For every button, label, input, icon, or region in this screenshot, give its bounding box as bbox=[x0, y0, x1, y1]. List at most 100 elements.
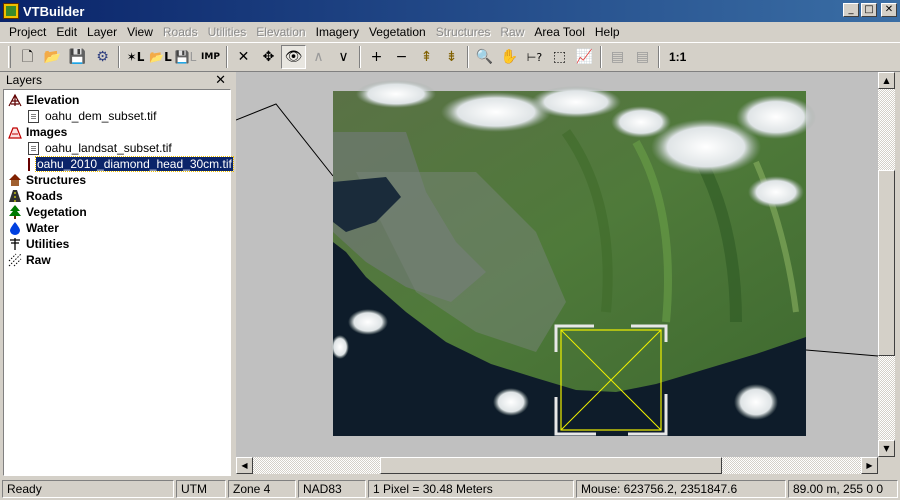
status-mouse-coords: Mouse: 623756.2, 2351847.6 bbox=[576, 479, 786, 498]
save-icon[interactable]: 💾 bbox=[65, 45, 90, 69]
toolbar-separator bbox=[658, 46, 660, 68]
menu-imagery[interactable]: Imagery bbox=[311, 23, 364, 41]
toolbar-separator bbox=[226, 46, 228, 68]
tree-category-raw[interactable]: Raw bbox=[4, 252, 230, 268]
active-image-icon bbox=[28, 157, 30, 171]
maximize-button[interactable]: □ bbox=[861, 3, 877, 17]
move-icon[interactable]: ✥ bbox=[256, 45, 281, 69]
vtbuilder-app-icon[interactable] bbox=[3, 3, 19, 19]
tree-category-vegetation[interactable]: Vegetation bbox=[4, 204, 230, 220]
tree-category-water[interactable]: Water bbox=[4, 220, 230, 236]
menu-bar: Project Edit Layer View Roads Utilities … bbox=[0, 22, 900, 42]
menu-project[interactable]: Project bbox=[4, 23, 51, 41]
lower-icon[interactable]: ∨ bbox=[331, 45, 356, 69]
scroll-left-button[interactable]: ◀ bbox=[236, 457, 253, 474]
toolbar-separator bbox=[467, 46, 469, 68]
close-icon[interactable]: ✕ bbox=[215, 73, 226, 88]
pan-hand-icon[interactable]: ✋ bbox=[497, 45, 522, 69]
distance-icon[interactable]: ⊢? bbox=[522, 45, 547, 69]
status-ready: Ready bbox=[2, 479, 174, 498]
dem-boundary-line bbox=[236, 103, 334, 177]
settings-icon[interactable]: ⚙ bbox=[90, 45, 115, 69]
structures-house-icon bbox=[8, 173, 22, 187]
menu-help[interactable]: Help bbox=[590, 23, 625, 41]
new-layer-icon[interactable]: ✶L bbox=[123, 45, 148, 69]
status-elevation-value: 89.00 m, 255 0 0 bbox=[788, 479, 898, 498]
layers-tree[interactable]: Elevation oahu_dem_subset.tif Images oah… bbox=[3, 89, 234, 476]
menu-structures[interactable]: Structures bbox=[431, 23, 496, 41]
save-layer-icon[interactable]: 💾L bbox=[173, 45, 198, 69]
horizontal-scrollbar[interactable]: ◀ ▶ bbox=[236, 457, 878, 474]
menu-vegetation[interactable]: Vegetation bbox=[364, 23, 431, 41]
minimize-button[interactable]: _ bbox=[843, 3, 859, 17]
vertical-scroll-thumb[interactable] bbox=[878, 170, 895, 356]
toolbar-grip[interactable] bbox=[8, 46, 11, 68]
tree-file-landsat[interactable]: oahu_landsat_subset.tif bbox=[4, 140, 230, 156]
layers-panel: Layers ✕ Elevation oahu_dem_subset.tif I… bbox=[0, 72, 234, 477]
layer-down-icon[interactable]: ⇟ bbox=[439, 45, 464, 69]
water-drop-icon bbox=[8, 221, 22, 235]
menu-area-tool[interactable]: Area Tool bbox=[529, 23, 589, 41]
toolbar-separator bbox=[600, 46, 602, 68]
tree-file-diamond-head[interactable]: oahu_2010_diamond_head_30cm.tif bbox=[4, 156, 234, 172]
new-file-icon[interactable]: 🗋 bbox=[15, 45, 40, 69]
delete-icon[interactable]: ✕ bbox=[231, 45, 256, 69]
disabled-tool-1-icon[interactable]: ▤ bbox=[605, 45, 630, 69]
tree-category-roads[interactable]: Roads bbox=[4, 188, 230, 204]
layer-up-icon[interactable]: ⇞ bbox=[414, 45, 439, 69]
layers-panel-header: Layers ✕ bbox=[0, 72, 232, 88]
menu-utilities[interactable]: Utilities bbox=[203, 23, 252, 41]
title-bar: VTBuilder _ □ ✕ bbox=[0, 0, 900, 22]
satellite-image bbox=[331, 80, 816, 436]
utilities-pole-icon bbox=[8, 237, 22, 251]
menu-roads[interactable]: Roads bbox=[158, 23, 203, 41]
roads-icon bbox=[8, 189, 22, 203]
disabled-tool-2-icon[interactable]: ▤ bbox=[630, 45, 655, 69]
dem-boundary-line bbox=[805, 349, 878, 357]
menu-layer[interactable]: Layer bbox=[82, 23, 122, 41]
tree-file-dem[interactable]: oahu_dem_subset.tif bbox=[4, 108, 230, 124]
zoom-in-icon[interactable]: + bbox=[364, 45, 389, 69]
horizontal-scroll-thumb[interactable] bbox=[380, 457, 722, 474]
status-datum: NAD83 bbox=[298, 479, 366, 498]
menu-raw[interactable]: Raw bbox=[495, 23, 529, 41]
vegetation-tree-icon bbox=[8, 205, 22, 219]
magnifier-icon[interactable]: 🔍 bbox=[472, 45, 497, 69]
layers-panel-title: Layers bbox=[6, 73, 43, 87]
menu-edit[interactable]: Edit bbox=[51, 23, 82, 41]
status-zone: Zone 4 bbox=[228, 479, 296, 498]
tree-category-elevation[interactable]: Elevation bbox=[4, 92, 230, 108]
raise-icon[interactable]: ∧ bbox=[306, 45, 331, 69]
scroll-down-button[interactable]: ▼ bbox=[878, 440, 895, 457]
open-layer-icon[interactable]: 📂L bbox=[148, 45, 173, 69]
vertical-scrollbar[interactable]: ▲ ▼ bbox=[878, 72, 895, 457]
menu-elevation[interactable]: Elevation bbox=[251, 23, 310, 41]
map-view[interactable] bbox=[236, 72, 878, 457]
open-folder-icon[interactable]: 📂 bbox=[40, 45, 65, 69]
one-to-one-button[interactable]: 1:1 bbox=[663, 50, 692, 64]
status-pixel-size: 1 Pixel = 30.48 Meters bbox=[368, 479, 574, 498]
profile-icon[interactable]: 📈 bbox=[572, 45, 597, 69]
scrollbar-corner bbox=[878, 457, 895, 474]
window-title: VTBuilder bbox=[23, 3, 85, 19]
file-icon bbox=[28, 109, 39, 123]
scroll-up-button[interactable]: ▲ bbox=[878, 72, 895, 89]
file-icon bbox=[28, 141, 39, 155]
images-icon bbox=[8, 125, 22, 139]
visibility-eye-icon[interactable]: 👁 bbox=[281, 45, 306, 69]
import-icon[interactable]: IMP bbox=[198, 45, 223, 69]
scroll-right-button[interactable]: ▶ bbox=[861, 457, 878, 474]
map-canvas[interactable] bbox=[236, 72, 878, 457]
tree-category-images[interactable]: Images bbox=[4, 124, 230, 140]
toolbar-separator bbox=[359, 46, 361, 68]
close-window-button[interactable]: ✕ bbox=[881, 3, 897, 17]
tree-category-structures[interactable]: Structures bbox=[4, 172, 230, 188]
raw-points-icon bbox=[8, 253, 22, 267]
window-controls: _ □ ✕ bbox=[843, 3, 897, 17]
menu-view[interactable]: View bbox=[122, 23, 158, 41]
tree-category-utilities[interactable]: Utilities bbox=[4, 236, 230, 252]
zoom-out-icon[interactable]: − bbox=[389, 45, 414, 69]
main-toolbar: 🗋 📂 💾 ⚙ ✶L 📂L 💾L IMP ✕ ✥ 👁 ∧ ∨ + − ⇞ ⇟ 🔍… bbox=[0, 42, 900, 72]
status-projection: UTM bbox=[176, 479, 226, 498]
area-select-icon[interactable]: ⬚ bbox=[547, 45, 572, 69]
